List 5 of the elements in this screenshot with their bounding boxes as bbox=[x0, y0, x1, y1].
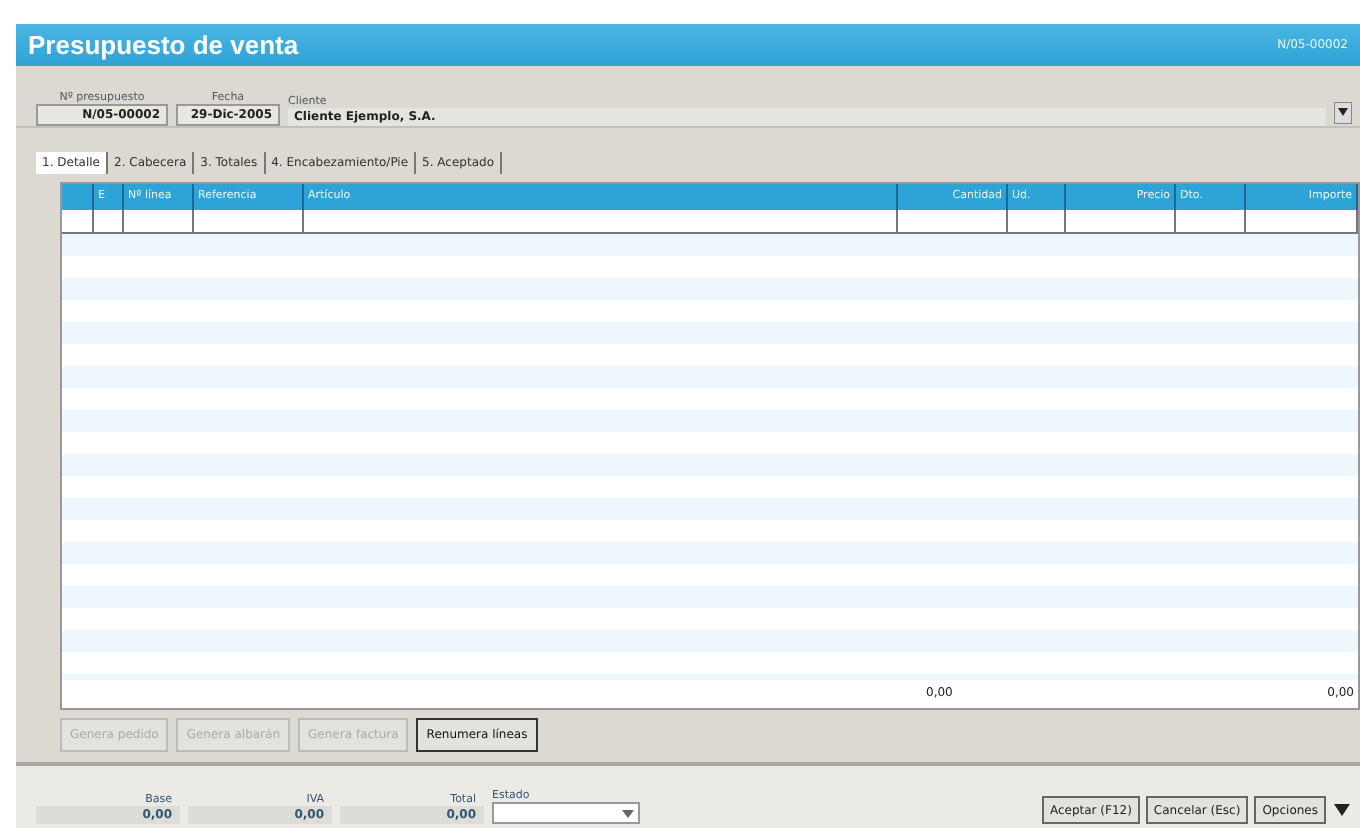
caret-icon bbox=[622, 809, 634, 817]
window-title: Presupuesto de venta bbox=[28, 30, 299, 60]
caret-icon[interactable] bbox=[1332, 802, 1352, 818]
status-dropdown[interactable] bbox=[492, 802, 640, 824]
dropdown-icon[interactable] bbox=[1334, 102, 1352, 124]
